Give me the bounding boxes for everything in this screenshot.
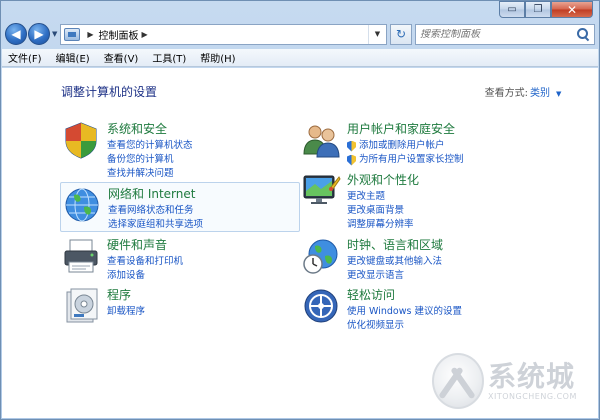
watermark-text: 系统城 XITONGCHENG.COM [488,359,577,401]
window-controls: ▭ ❐ ✕ [499,1,593,19]
link-change-background[interactable]: 更改桌面背景 [347,204,419,218]
category-title[interactable]: 用户帐户和家庭安全 [347,120,464,137]
link-parental-controls[interactable]: 为所有用户设置家长控制 [347,153,464,167]
ease-of-access-icon[interactable] [301,286,341,326]
recent-pages-dropdown[interactable]: ▼ [52,30,57,38]
search-box[interactable] [415,23,595,45]
watermark-x-icon [432,353,484,409]
category-title[interactable]: 系统和安全 [107,120,193,137]
content-area: 调整计算机的设置 查看方式: 类别 ▼ 系统和安全 查看您的计算机状态 备份您的计… [2,68,598,418]
uac-shield-icon [347,154,356,166]
category-system-security: 系统和安全 查看您的计算机状态 备份您的计算机 查找并解决问题 [61,120,193,181]
category-title[interactable]: 程序 [107,286,145,303]
watermark-sub: XITONGCHENG.COM [488,391,577,401]
link-change-keyboard[interactable]: 更改键盘或其他输入法 [347,255,443,269]
category-ease-of-access: 轻松访问 使用 Windows 建议的设置 优化视频显示 [301,286,462,333]
category-network-internet: 网络和 Internet 查看网络状态和任务 选择家庭组和共享选项 [60,182,300,232]
link-optimize-display[interactable]: 优化视频显示 [347,319,462,333]
category-title[interactable]: 硬件和声音 [107,236,183,253]
category-programs: 程序 卸载程序 [61,286,145,326]
link-change-theme[interactable]: 更改主题 [347,190,419,204]
network-globe-icon[interactable] [62,185,102,225]
link-add-remove-accounts[interactable]: 添加或删除用户帐户 [347,139,464,153]
minimize-button[interactable]: ▭ [499,1,525,18]
close-button[interactable]: ✕ [551,1,593,18]
page-title: 调整计算机的设置 [61,85,158,99]
control-panel-window: ▭ ❐ ✕ ◀ ▶ ▼ ▶ 控制面板 ▶ ▼ ↻ 文件(F) 编辑(E) 查看(… [0,0,600,420]
category-clock-language: 时钟、语言和区域 更改键盘或其他输入法 更改显示语言 [301,236,443,283]
category-appearance: 外观和个性化 更改主题 更改桌面背景 调整屏幕分辨率 [301,171,419,232]
link-find-fix-problems[interactable]: 查找并解决问题 [107,167,193,181]
link-text[interactable]: 添加或删除用户帐户 [359,139,445,153]
link-homegroup-sharing[interactable]: 选择家庭组和共享选项 [108,218,203,232]
link-devices-printers[interactable]: 查看设备和打印机 [107,255,183,269]
refresh-button[interactable]: ↻ [390,23,412,45]
address-dropdown-icon[interactable]: ▼ [368,24,386,44]
system-security-shield-icon[interactable] [61,120,101,160]
link-windows-recommended[interactable]: 使用 Windows 建议的设置 [347,305,462,319]
menu-bar: 文件(F) 编辑(E) 查看(V) 工具(T) 帮助(H) [2,49,598,67]
back-button[interactable]: ◀ [5,23,27,45]
clock-globe-icon[interactable] [301,236,341,276]
search-input[interactable] [420,28,576,40]
link-change-display-language[interactable]: 更改显示语言 [347,269,443,283]
breadcrumb-arrow-icon[interactable]: ▶ [142,30,148,39]
view-by-selector[interactable]: 类别 ▼ [530,84,561,99]
link-add-device[interactable]: 添加设备 [107,269,183,283]
control-panel-icon [64,27,81,41]
menu-view[interactable]: 查看(V) [104,50,139,65]
programs-icon[interactable] [61,286,101,326]
forward-button[interactable]: ▶ [28,23,50,45]
link-backup-computer[interactable]: 备份您的计算机 [107,153,193,167]
uac-shield-icon [347,140,356,152]
link-screen-resolution[interactable]: 调整屏幕分辨率 [347,218,419,232]
address-bar[interactable]: ▶ 控制面板 ▶ ▼ [60,23,387,45]
maximize-button[interactable]: ❐ [525,1,551,18]
category-title[interactable]: 轻松访问 [347,286,462,303]
category-title[interactable]: 外观和个性化 [347,171,419,188]
category-hardware-sound: 硬件和声音 查看设备和打印机 添加设备 [61,236,183,283]
menu-help[interactable]: 帮助(H) [200,50,235,65]
watermark-logo: 系统城 XITONGCHENG.COM [432,350,592,412]
link-view-computer-status[interactable]: 查看您的计算机状态 [107,139,193,153]
view-by-label: 查看方式: [484,88,528,99]
link-text[interactable]: 为所有用户设置家长控制 [359,153,464,167]
search-icon[interactable] [576,27,590,41]
users-icon[interactable] [301,120,341,160]
link-network-status[interactable]: 查看网络状态和任务 [108,204,203,218]
chevron-down-icon[interactable]: ▼ [556,90,561,98]
printer-icon[interactable] [61,236,101,276]
link-uninstall-program[interactable]: 卸载程序 [107,305,145,319]
watermark-main: 系统城 [488,359,576,393]
category-title[interactable]: 网络和 Internet [108,185,203,202]
category-user-accounts: 用户帐户和家庭安全 添加或删除用户帐户 为所有用户设置家长控制 [301,120,464,167]
category-title[interactable]: 时钟、语言和区域 [347,236,443,253]
view-by-value[interactable]: 类别 [530,88,550,99]
navigation-bar: ◀ ▶ ▼ ▶ 控制面板 ▶ ▼ ↻ [5,22,595,46]
breadcrumb-control-panel[interactable]: 控制面板 [99,27,139,42]
menu-tools[interactable]: 工具(T) [152,50,186,65]
breadcrumb-arrow-icon[interactable]: ▶ [87,30,93,39]
menu-edit[interactable]: 编辑(E) [56,50,90,65]
menu-file[interactable]: 文件(F) [8,50,42,65]
appearance-monitor-icon[interactable] [301,171,341,211]
